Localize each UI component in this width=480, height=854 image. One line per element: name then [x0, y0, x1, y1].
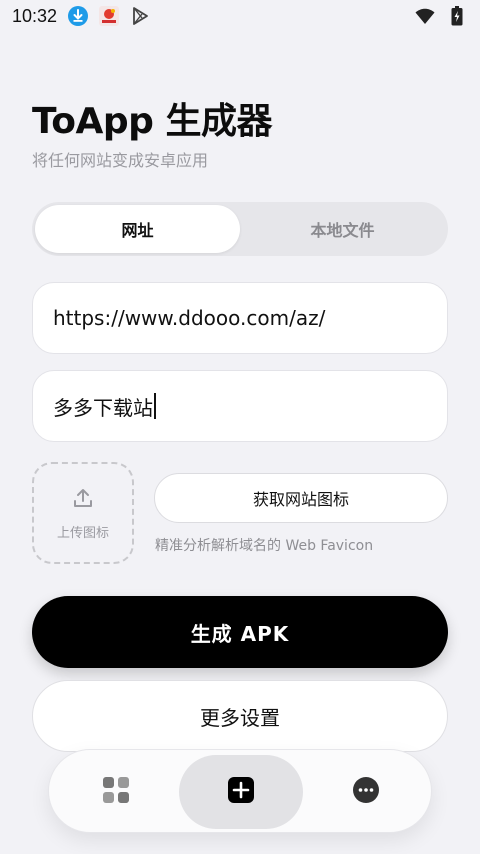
source-tabs: 网址 本地文件	[32, 202, 448, 256]
apps-grid-icon	[101, 775, 131, 809]
status-time: 10:32	[12, 5, 58, 26]
wifi-icon	[414, 5, 436, 27]
status-bar: 10:32	[0, 0, 480, 32]
fetch-favicon-button[interactable]: 获取网站图标	[154, 473, 448, 523]
tab-local-file[interactable]: 本地文件	[240, 205, 445, 253]
nav-create[interactable]	[179, 750, 303, 834]
play-store-icon	[129, 5, 151, 27]
app-notification-icon	[98, 5, 120, 27]
generate-apk-button[interactable]: 生成 APK	[32, 596, 448, 668]
nav-more[interactable]	[329, 750, 403, 834]
page-subtitle: 将任何网站变成安卓应用	[32, 151, 209, 170]
app-name-field-wrapper[interactable]: 多多下载站	[32, 370, 448, 442]
more-circle-icon	[352, 776, 380, 808]
nav-create-pill[interactable]	[179, 755, 303, 829]
app-name-input[interactable]: 多多下载站	[53, 392, 153, 421]
bottom-nav	[48, 749, 432, 833]
fetch-favicon-hint: 精准分析解析域名的 Web Favicon	[155, 538, 374, 554]
add-square-icon	[227, 776, 255, 808]
more-settings-button[interactable]: 更多设置	[32, 680, 448, 752]
nav-apps[interactable]	[79, 750, 153, 834]
page-title: ToApp 生成器	[32, 101, 272, 142]
upload-icon-button[interactable]: 上传图标	[32, 462, 134, 564]
battery-charging-icon	[446, 5, 468, 27]
url-field-wrapper	[32, 282, 448, 354]
upload-icon	[71, 486, 95, 514]
text-caret	[154, 393, 156, 419]
download-icon	[67, 5, 89, 27]
url-input[interactable]	[53, 306, 447, 330]
upload-label: 上传图标	[56, 525, 109, 541]
tab-url[interactable]: 网址	[35, 205, 240, 253]
